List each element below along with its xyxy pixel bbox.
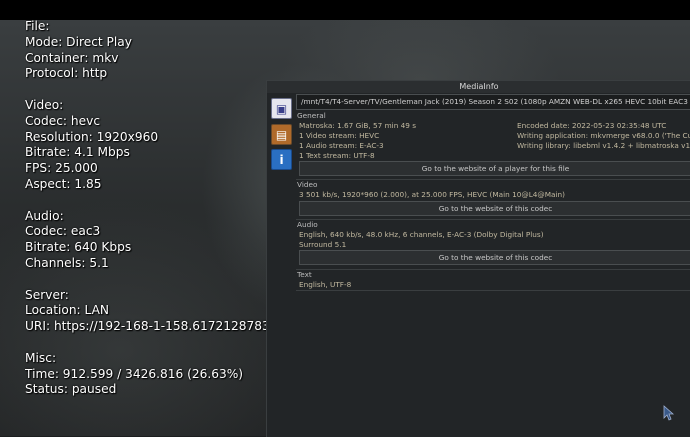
top-bar — [0, 0, 690, 20]
playback-info-overlay: File: Mode: Direct Play Container: mkv Prot… — [25, 19, 267, 398]
audio-section-label: Audio — [297, 220, 318, 229]
divider — [296, 179, 690, 180]
app-icon[interactable]: ▣ — [271, 98, 292, 119]
general-info-line: 1 Video stream: HEVC — [299, 131, 380, 140]
osd-line: Protocol: http — [25, 66, 108, 81]
osd-spacer — [25, 272, 267, 288]
osd-line: Time: 912.599 / 3426.816 (26.63%) — [25, 366, 244, 381]
general-section-label: General — [297, 111, 326, 120]
info-icon[interactable]: i — [271, 149, 292, 170]
divider — [296, 269, 690, 270]
osd-line: Server: — [25, 287, 69, 302]
osd-line: Misc: — [25, 350, 57, 365]
mediainfo-window: MediaInfo ▣ ▤ i /mnt/T4/T4-Server/TV/Gen… — [266, 80, 690, 437]
osd-line: Aspect: 1.85 — [25, 176, 102, 191]
text-section-label: Text — [297, 270, 312, 279]
audio-info-line: English, 640 kb/s, 48.0 kHz, 6 channels,… — [299, 230, 544, 239]
osd-line: Codec: hevc — [25, 113, 101, 128]
text-info-line: English, UTF-8 — [299, 280, 352, 289]
osd-line: URI: https://192-168-1-158.6172128783174… — [25, 319, 267, 334]
general-info-line-right: Writing application: mkvmerge v68.0.0 ('… — [517, 131, 690, 140]
osd-line: Resolution: 1920x960 — [25, 129, 159, 144]
osd-line: Audio: — [25, 208, 64, 223]
mouse-cursor-icon — [663, 405, 675, 421]
video-codec-website-button[interactable]: Go to the website of this codec — [299, 201, 690, 216]
osd-line: File: — [25, 19, 50, 33]
osd-line: Channels: 5.1 — [25, 255, 109, 270]
osd-spacer — [25, 82, 267, 98]
divider — [296, 219, 690, 220]
osd-line: FPS: 25.000 — [25, 161, 98, 176]
osd-line: Codec: eac3 — [25, 224, 101, 239]
audio-info-line: Surround 5.1 — [299, 240, 347, 249]
general-info-line-right: Writing library: libebml v1.4.2 + libmat… — [517, 141, 690, 150]
player-website-button[interactable]: Go to the website of a player for this f… — [299, 161, 690, 176]
osd-spacer — [25, 193, 267, 209]
osd-line: Container: mkv — [25, 50, 119, 65]
video-section-label: Video — [297, 180, 318, 189]
window-title: MediaInfo — [267, 81, 690, 93]
video-info-line: 3 501 kb/s, 1920*960 (2.000), at 25.000 … — [299, 190, 565, 199]
general-info-line: 1 Text stream: UTF-8 — [299, 151, 375, 160]
osd-line: Video: — [25, 97, 64, 112]
general-info-line: Matroska: 1.67 GiB, 57 min 49 s — [299, 121, 417, 130]
file-path-field[interactable]: /mnt/T4/T4-Server/TV/Gentleman Jack (201… — [296, 94, 690, 110]
audio-codec-website-button[interactable]: Go to the website of this codec — [299, 250, 690, 265]
osd-line: Bitrate: 640 Kbps — [25, 240, 132, 255]
osd-line: Bitrate: 4.1 Mbps — [25, 145, 130, 160]
osd-spacer — [25, 335, 267, 351]
divider — [296, 290, 690, 291]
folder-icon[interactable]: ▤ — [271, 124, 292, 145]
osd-line: Status: paused — [25, 382, 117, 397]
general-info-line-right: Encoded date: 2022-05-23 02:35:48 UTC — [517, 121, 667, 130]
osd-line: Mode: Direct Play — [25, 34, 132, 49]
general-info-line: 1 Audio stream: E-AC-3 — [299, 141, 384, 150]
osd-line: Location: LAN — [25, 303, 110, 318]
